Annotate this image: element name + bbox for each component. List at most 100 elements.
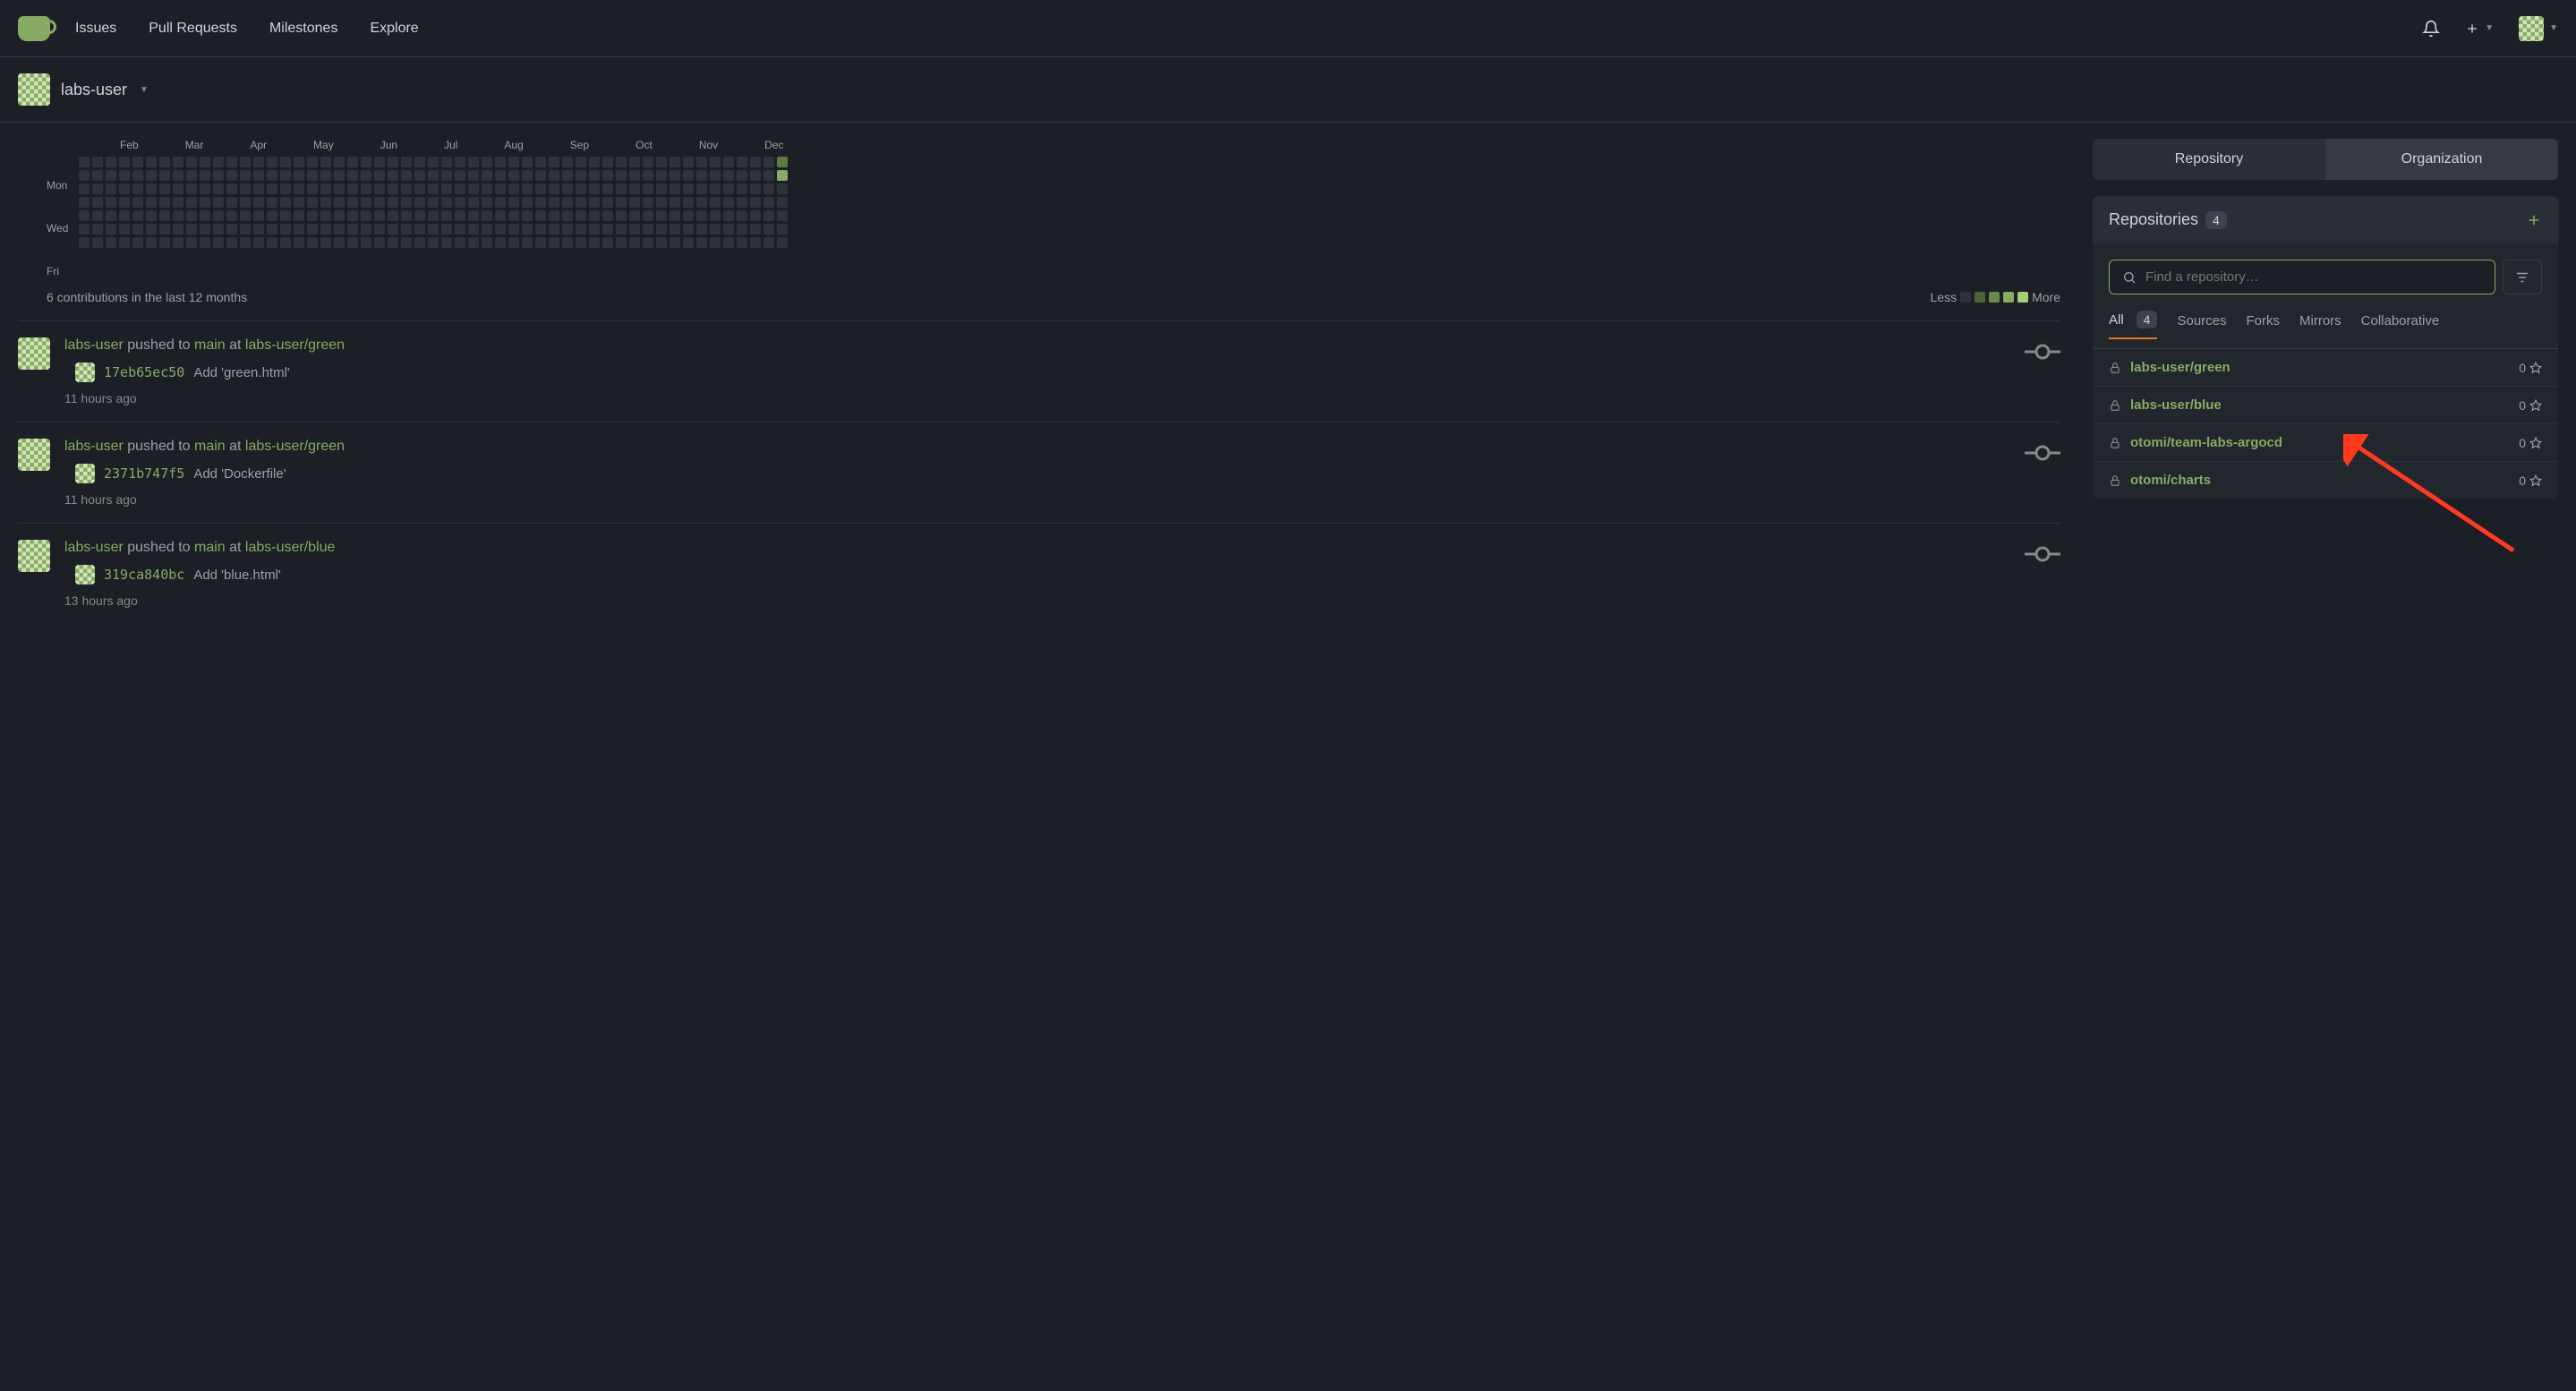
activity-repo-link[interactable]: labs-user/blue [245,540,336,555]
tab-repository[interactable]: Repository [2093,139,2325,180]
heatmap-cell[interactable] [388,157,398,167]
heatmap-cell[interactable] [549,210,559,221]
heatmap-cell[interactable] [522,224,533,235]
heatmap-cell[interactable] [777,197,788,208]
heatmap-cell[interactable] [240,157,251,167]
heatmap-cell[interactable] [750,210,761,221]
heatmap-cell[interactable] [401,210,412,221]
heatmap-cell[interactable] [482,183,492,194]
heatmap-cell[interactable] [146,210,157,221]
heatmap-cell[interactable] [616,157,627,167]
heatmap-cell[interactable] [240,210,251,221]
heatmap-cell[interactable] [683,237,694,248]
heatmap-cell[interactable] [576,210,586,221]
heatmap-cell[interactable] [508,183,519,194]
heatmap-cell[interactable] [602,210,613,221]
heatmap-cell[interactable] [401,224,412,235]
heatmap-cell[interactable] [213,183,224,194]
heatmap-cell[interactable] [428,197,439,208]
heatmap-cell[interactable] [495,224,506,235]
commit-sha[interactable]: 319ca840bc [104,567,184,583]
heatmap-cell[interactable] [401,183,412,194]
heatmap-cell[interactable] [307,170,318,181]
filter-forks[interactable]: Forks [2247,311,2281,339]
heatmap-cell[interactable] [320,197,331,208]
heatmap-cell[interactable] [750,224,761,235]
heatmap-cell[interactable] [226,224,237,235]
heatmap-cell[interactable] [146,197,157,208]
heatmap-cell[interactable] [710,183,721,194]
heatmap-cell[interactable] [106,183,116,194]
heatmap-cell[interactable] [307,197,318,208]
heatmap-cell[interactable] [535,237,546,248]
heatmap-cell[interactable] [670,210,680,221]
heatmap-cell[interactable] [361,170,371,181]
heatmap-cell[interactable] [750,157,761,167]
heatmap-cell[interactable] [213,237,224,248]
heatmap-cell[interactable] [696,157,707,167]
heatmap-cell[interactable] [535,224,546,235]
activity-branch-link[interactable]: main [194,337,226,353]
heatmap-cell[interactable] [468,224,479,235]
heatmap-cell[interactable] [670,183,680,194]
heatmap-cell[interactable] [589,157,600,167]
heatmap-cell[interactable] [414,197,425,208]
heatmap-cell[interactable] [307,157,318,167]
heatmap-cell[interactable] [710,210,721,221]
heatmap-cell[interactable] [401,197,412,208]
heatmap-cell[interactable] [696,197,707,208]
heatmap-cell[interactable] [616,170,627,181]
context-switcher[interactable]: labs-user ▼ [0,57,2576,123]
heatmap-cell[interactable] [334,183,345,194]
heatmap-cell[interactable] [146,170,157,181]
repo-name[interactable]: otomi/charts [2130,473,2211,488]
activity-user-link[interactable]: labs-user [64,540,124,555]
heatmap-cell[interactable] [468,157,479,167]
heatmap-cell[interactable] [428,183,439,194]
heatmap-cell[interactable] [173,170,183,181]
heatmap-cell[interactable] [576,170,586,181]
heatmap-cell[interactable] [226,170,237,181]
heatmap-cell[interactable] [307,210,318,221]
heatmap-cell[interactable] [294,224,304,235]
repo-item[interactable]: labs-user/blue 0 [2093,387,2558,424]
heatmap-cell[interactable] [482,170,492,181]
heatmap-cell[interactable] [737,170,747,181]
heatmap-cell[interactable] [186,170,197,181]
filter-all[interactable]: All 4 [2109,311,2157,339]
heatmap-cell[interactable] [482,237,492,248]
heatmap-cell[interactable] [146,237,157,248]
filter-button[interactable] [2503,260,2542,294]
heatmap-cell[interactable] [106,170,116,181]
heatmap-cell[interactable] [495,170,506,181]
heatmap-cell[interactable] [253,197,264,208]
heatmap-cell[interactable] [602,224,613,235]
heatmap-cell[interactable] [670,157,680,167]
filter-collaborative[interactable]: Collaborative [2361,311,2440,339]
heatmap-cell[interactable] [737,157,747,167]
heatmap-cell[interactable] [737,183,747,194]
heatmap-cell[interactable] [750,183,761,194]
heatmap-cell[interactable] [629,224,640,235]
heatmap-cell[interactable] [414,157,425,167]
heatmap-cell[interactable] [710,197,721,208]
heatmap-cell[interactable] [320,210,331,221]
heatmap-cell[interactable] [213,197,224,208]
heatmap-cell[interactable] [320,157,331,167]
heatmap-cell[interactable] [441,170,452,181]
heatmap-cell[interactable] [656,183,667,194]
heatmap-cell[interactable] [723,157,734,167]
heatmap-cell[interactable] [737,224,747,235]
heatmap-cell[interactable] [522,197,533,208]
heatmap-cell[interactable] [455,157,465,167]
heatmap-cell[interactable] [670,170,680,181]
heatmap-cell[interactable] [629,157,640,167]
heatmap-cell[interactable] [200,224,210,235]
heatmap-cell[interactable] [562,183,573,194]
heatmap-cell[interactable] [146,157,157,167]
heatmap-cell[interactable] [361,237,371,248]
heatmap-cell[interactable] [562,157,573,167]
heatmap-cell[interactable] [602,157,613,167]
heatmap-cell[interactable] [602,183,613,194]
heatmap-cell[interactable] [388,183,398,194]
